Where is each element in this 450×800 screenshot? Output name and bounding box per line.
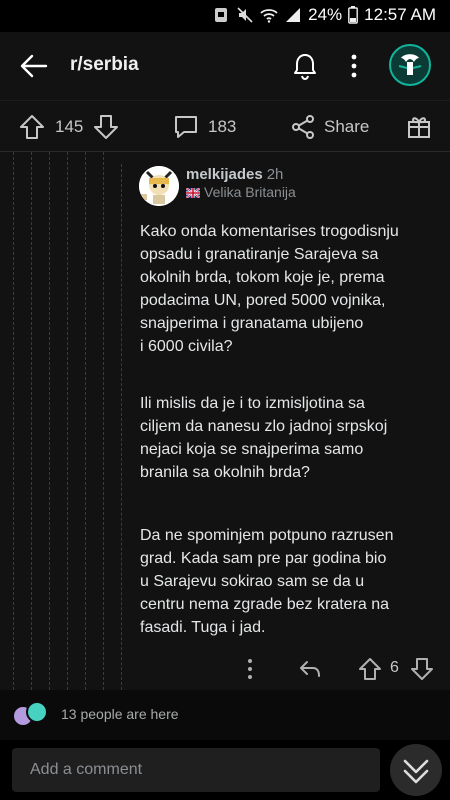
thread-line[interactable] [67, 152, 68, 690]
status-icons: 24% 12:57 AM [212, 5, 436, 25]
thread-line[interactable] [121, 164, 122, 690]
next-comment-button[interactable] [390, 744, 442, 796]
user-avatar[interactable] [389, 44, 431, 86]
thread-line[interactable] [49, 152, 50, 690]
status-bar: 24% 12:57 AM [0, 0, 450, 32]
app-bar: r/serbia [0, 32, 450, 100]
comment-count: 183 [208, 117, 237, 136]
thread-line[interactable] [31, 152, 32, 690]
more-vertical-icon[interactable] [346, 52, 362, 80]
comment-score: 6 [390, 659, 399, 676]
presence-count: 13 people are here [61, 706, 179, 722]
username[interactable]: melkijades [186, 166, 263, 183]
comment-author-avatar[interactable] [139, 166, 179, 206]
thread-line[interactable] [85, 152, 86, 690]
vote-group: 145 [18, 114, 120, 140]
comment-paragraph: Kako onda komentarises trogodisnju opsad… [140, 223, 399, 355]
snoo-avatar-icon [139, 166, 179, 206]
reply-icon[interactable] [298, 656, 322, 682]
avatar [26, 701, 48, 723]
comment-icon [175, 116, 197, 138]
signal-icon [286, 8, 301, 22]
upvote-icon[interactable] [358, 656, 382, 682]
share-label: Share [324, 117, 370, 136]
comment-author[interactable]: melkijades 2h [186, 166, 283, 183]
comment-paragraph: Da ne spominjem potpuno razrusen grad. K… [140, 527, 394, 636]
post-score: 145 [55, 117, 84, 136]
subreddit-name[interactable]: r/serbia [70, 54, 139, 76]
battery-icon [348, 6, 359, 24]
thread-line[interactable] [13, 152, 14, 690]
comments-button[interactable]: 183 [172, 114, 236, 140]
comment-paragraph: Ili mislis da je i to izmisljotina sa ci… [140, 395, 388, 481]
notification-icon [215, 8, 228, 22]
flair-text: Velika Britanija [204, 184, 296, 200]
user-flair: Velika Britanija [186, 184, 296, 200]
comment-composer [0, 740, 450, 800]
award-icon[interactable] [406, 114, 432, 140]
chevron-double-down-icon [403, 759, 429, 784]
downvote-icon[interactable] [410, 656, 434, 682]
comment-input[interactable] [12, 748, 380, 792]
bell-icon[interactable] [290, 51, 320, 81]
arrow-left-icon[interactable] [18, 52, 50, 80]
mute-icon [237, 7, 253, 23]
share-button[interactable]: Share [290, 114, 369, 140]
uk-flag-icon [186, 188, 200, 199]
clock: 12:57 AM [364, 5, 436, 24]
thread-line[interactable] [103, 152, 104, 690]
battery-level: 24% [308, 5, 343, 24]
wifi-icon [260, 9, 278, 23]
post-action-bar: 145 183 Share [0, 100, 450, 152]
comment-age: 2h [266, 166, 284, 183]
more-vertical-icon[interactable] [242, 656, 258, 682]
snoo-avatar-icon [398, 54, 422, 75]
share-icon [292, 115, 314, 139]
downvote-icon[interactable] [92, 114, 120, 140]
presence-bar: 13 people are here [0, 690, 450, 740]
upvote-icon[interactable] [18, 114, 46, 140]
